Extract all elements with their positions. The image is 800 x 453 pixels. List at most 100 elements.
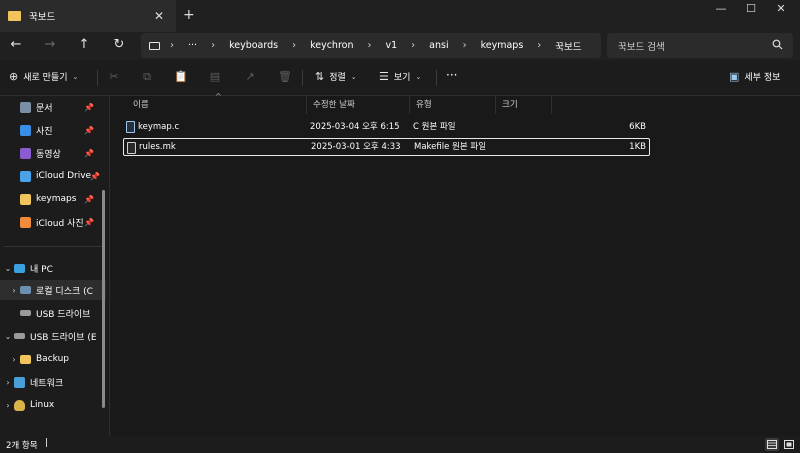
breadcrumb-more[interactable]: ··· (188, 40, 197, 51)
breadcrumb-ansi[interactable]: ansi (429, 40, 448, 51)
nav-item-label: 문서 (36, 103, 53, 114)
copy-icon[interactable]: ⧉ (139, 70, 155, 84)
nav-item-icloud-drive[interactable]: iCloud Drive 📌 (0, 166, 106, 186)
nav-item-videos[interactable]: 동영상 📌 (0, 143, 106, 163)
nav-item-label: 내 PC (30, 264, 53, 275)
chevron-right-icon[interactable]: › (2, 378, 14, 387)
column-header-modified[interactable]: 수정한 날짜 (307, 96, 410, 114)
address-bar[interactable]: › ··· › keyboards › keychron › v1 › ansi… (141, 33, 601, 58)
file-list: ^ 이름 수정한 날짜 유형 크기 keymap.c 2025-03-04 오후… (111, 92, 800, 436)
pin-icon: 📌 (84, 217, 94, 227)
status-bar: 2개 항목 | (0, 436, 800, 453)
breadcrumb-keymaps[interactable]: keymaps (481, 40, 524, 51)
column-header-name[interactable]: 이름 (127, 96, 307, 114)
tiles-view-icon (784, 440, 794, 449)
computer-icon (14, 263, 25, 273)
new-tab-button[interactable]: + (183, 7, 195, 23)
sort-button[interactable]: ⇅ 정렬 ⌄ (315, 70, 357, 83)
file-row[interactable]: rules.mk 2025-03-01 오후 4:33 Makefile 원본 … (123, 138, 650, 156)
nav-item-label: 네트워크 (30, 378, 64, 389)
c-file-icon (126, 121, 135, 133)
nav-item-usb-drive-e[interactable]: ⌄ USB 드라이브 (E (0, 326, 106, 346)
computer-icon (149, 41, 160, 50)
forward-button[interactable]: → (41, 37, 59, 52)
close-window-button[interactable]: ✕ (766, 2, 796, 15)
drive-icon (20, 286, 31, 294)
divider (436, 70, 437, 86)
breadcrumb-separator: › (211, 40, 216, 51)
status-caret: | (45, 438, 49, 448)
nav-item-label: 동영상 (36, 149, 61, 160)
nav-item-label: Linux (30, 400, 55, 410)
sort-icon: ⇅ (315, 70, 325, 83)
breadcrumb-keychron[interactable]: keychron (310, 40, 353, 51)
file-size: 6KB (629, 122, 646, 132)
title-bar: 꾹보드 ✕ + — ☐ ✕ (0, 0, 800, 32)
delete-icon[interactable]: 🗑 (277, 70, 293, 83)
close-tab-icon[interactable]: ✕ (154, 9, 164, 23)
nav-item-local-disk[interactable]: › 로컬 디스크 (C (0, 280, 106, 300)
pin-icon: 📌 (84, 125, 94, 135)
details-pane-icon: ▣ (729, 70, 740, 83)
chevron-right-icon[interactable]: › (2, 401, 14, 410)
share-icon[interactable]: ↗ (242, 70, 258, 83)
breadcrumb-separator: › (170, 40, 174, 51)
chevron-right-icon[interactable]: › (8, 355, 20, 364)
nav-item-linux[interactable]: › Linux (0, 395, 106, 415)
search-box[interactable]: 꾹보드 검색 (607, 33, 793, 58)
nav-item-label: iCloud 사진 (36, 218, 84, 229)
chevron-right-icon[interactable]: › (8, 286, 20, 295)
pictures-icon (20, 124, 31, 136)
breadcrumb-keyboards[interactable]: keyboards (229, 40, 278, 51)
column-header-type[interactable]: 유형 (410, 96, 496, 114)
nav-item-label: iCloud Drive (36, 171, 92, 181)
divider (97, 70, 98, 86)
nav-item-backup[interactable]: › Backup (0, 349, 106, 369)
breadcrumb-current[interactable]: 꾹보드 (555, 39, 581, 53)
more-options-button[interactable]: ··· (446, 68, 457, 82)
file-modified: 2025-03-04 오후 6:15 (310, 122, 400, 132)
view-button-label: 보기 (393, 73, 411, 83)
nav-item-keymaps[interactable]: keymaps 📌 (0, 189, 106, 209)
nav-item-network[interactable]: › 네트워크 (0, 372, 106, 392)
file-row[interactable]: keymap.c 2025-03-04 오후 6:15 C 원본 파일 6KB (123, 118, 650, 136)
view-button[interactable]: ☰ 보기 ⌄ (379, 70, 421, 83)
folder-icon (8, 11, 21, 21)
sort-button-label: 정렬 (329, 73, 346, 83)
nav-item-this-pc[interactable]: ⌄ 내 PC (0, 258, 106, 278)
details-view-icon (767, 440, 777, 449)
breadcrumb-separator: › (537, 40, 542, 51)
usb-drive-icon (20, 310, 31, 316)
chevron-down-icon[interactable]: ⌄ (2, 264, 14, 273)
nav-item-label: keymaps (36, 194, 77, 204)
tiles-view-button[interactable] (782, 438, 796, 451)
column-header-size[interactable]: 크기 (496, 96, 552, 114)
chevron-down-icon[interactable]: ⌄ (2, 332, 14, 341)
up-button[interactable]: ↑ (75, 37, 93, 52)
refresh-button[interactable]: ↻ (110, 37, 128, 52)
nav-item-pictures[interactable]: 사진 📌 (0, 120, 106, 140)
paste-icon[interactable]: 📋 (173, 70, 189, 83)
linux-icon (14, 399, 25, 411)
maximize-button[interactable]: ☐ (736, 2, 766, 15)
details-view-button[interactable] (765, 438, 779, 451)
new-button[interactable]: ⊕ 새로 만들기 ⌄ (9, 70, 78, 83)
file-size: 1KB (629, 142, 646, 152)
cut-icon[interactable]: ✂ (106, 70, 122, 83)
tab-active[interactable]: 꾹보드 ✕ (0, 0, 176, 32)
file-name: rules.mk (139, 142, 176, 152)
details-pane-button[interactable]: ▣ 세부 정보 (729, 70, 780, 83)
nav-scrollbar[interactable] (102, 190, 105, 408)
file-type: Makefile 원본 파일 (414, 142, 487, 152)
pin-icon: 📌 (90, 171, 100, 181)
breadcrumb-v1[interactable]: v1 (385, 40, 397, 51)
search-placeholder: 꾹보드 검색 (618, 41, 665, 53)
divider (4, 246, 104, 247)
minimize-button[interactable]: — (706, 2, 736, 15)
nav-item-usb-drive[interactable]: USB 드라이브 (0, 303, 106, 323)
rename-icon[interactable]: ▤ (207, 70, 223, 83)
nav-item-icloud-photos[interactable]: iCloud 사진 📌 (0, 212, 106, 232)
nav-item-documents[interactable]: 문서 📌 (0, 97, 106, 117)
back-button[interactable]: ← (7, 37, 25, 52)
breadcrumb-separator: › (411, 40, 416, 51)
